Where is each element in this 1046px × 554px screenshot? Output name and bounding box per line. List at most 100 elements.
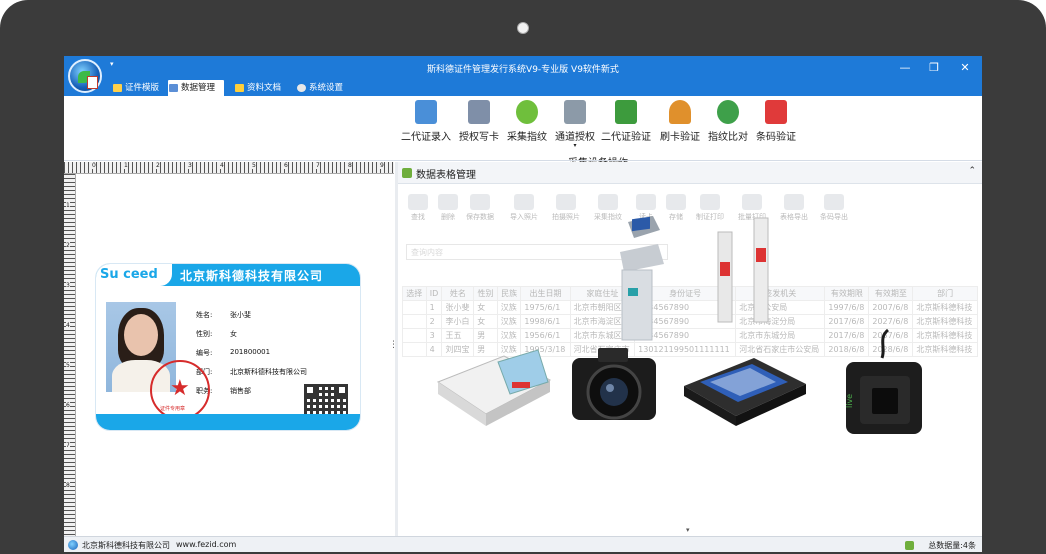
tab-documents[interactable]: 资料文档 bbox=[234, 80, 288, 96]
ruler-number: 2 bbox=[66, 242, 70, 249]
star-icon: ★ bbox=[170, 376, 190, 401]
column-header[interactable]: 姓名 bbox=[441, 286, 475, 301]
ruler-number: 0 bbox=[92, 162, 96, 169]
company-logo: Su ceed bbox=[100, 267, 158, 282]
id-card-reader-image bbox=[436, 349, 552, 426]
gate-authorize-button[interactable]: 通道授权 ▾ bbox=[549, 100, 601, 149]
ruler-number: 7 bbox=[316, 162, 320, 169]
table-cell: 2 bbox=[425, 314, 443, 329]
ruler-number: 5 bbox=[252, 162, 256, 169]
table-cell: 王五 bbox=[441, 328, 475, 343]
card-header: Su ceed 北京斯科德科技有限公司 bbox=[96, 264, 360, 286]
svg-text:live: live bbox=[845, 394, 854, 408]
close-button[interactable]: ✕ bbox=[952, 59, 978, 77]
toolbar-button[interactable]: 删除 bbox=[432, 192, 464, 228]
barcode-verify-button[interactable]: 条码验证 bbox=[750, 100, 802, 144]
template-icon bbox=[113, 84, 122, 92]
ruler-number: 5 bbox=[66, 362, 70, 369]
column-header[interactable]: 民族 bbox=[496, 286, 522, 301]
toolbar-label: 删除 bbox=[441, 213, 455, 221]
column-header[interactable]: 部门 bbox=[912, 286, 978, 301]
button-label: 授权写卡 bbox=[459, 132, 499, 143]
data-icon bbox=[169, 84, 178, 92]
toolbar-button[interactable]: 保存数据 bbox=[464, 192, 496, 228]
document-icon bbox=[235, 84, 244, 92]
window-title: 斯科德证件管理发行系统V9-专业版 V9软件新式 bbox=[427, 65, 619, 75]
id-card-preview[interactable]: Su ceed 北京斯科德科技有限公司 姓名: 张小斐 性别: 女 编号: 20… bbox=[96, 264, 360, 430]
ruler-number: 4 bbox=[66, 322, 70, 329]
ruler-number: 3 bbox=[66, 282, 70, 289]
table-row[interactable]: 1 张小斐 女 汉族 1975/6/1 北京市朝阳区 1234567890 北京… bbox=[402, 300, 978, 315]
horizontal-ruler: 0 1 2 3 4 5 6 7 8 9 bbox=[64, 162, 394, 174]
photo-face bbox=[124, 314, 158, 356]
toolbar-label: 表格导出 bbox=[780, 213, 808, 221]
ruler-number: 7 bbox=[66, 442, 70, 449]
collapse-icon[interactable]: ⌃ bbox=[968, 166, 976, 176]
splitter-grip-icon[interactable]: ⋮ bbox=[389, 340, 398, 350]
fingerprint-scanner-image: live bbox=[845, 328, 922, 434]
authorize-write-card-button[interactable]: 授权写卡 bbox=[453, 100, 505, 144]
fingerprint-icon bbox=[516, 100, 538, 124]
toolbar-button[interactable]: 拍摄照片 bbox=[550, 192, 582, 228]
name-value: 张小斐 bbox=[230, 311, 251, 319]
panel-header: 数据表格管理 ⌃ bbox=[398, 162, 982, 184]
id-card-entry-button[interactable]: 二代证录入 bbox=[400, 100, 452, 144]
panel-title: 数据表格管理 bbox=[416, 170, 476, 181]
tab-settings[interactable]: 系统设置 bbox=[296, 80, 352, 96]
name-label: 姓名: bbox=[196, 311, 213, 319]
write-card-icon bbox=[468, 100, 490, 124]
table-cell: 北京斯科德科技 bbox=[912, 300, 978, 315]
column-header[interactable]: 出生日期 bbox=[520, 286, 571, 301]
camera-image bbox=[572, 348, 656, 420]
toolbar-button[interactable]: 导入照片 bbox=[508, 192, 540, 228]
button-label: 指纹比对 bbox=[708, 132, 748, 143]
department-value: 北京斯科德科技有限公司 bbox=[230, 368, 307, 376]
column-header[interactable]: ID bbox=[425, 286, 443, 301]
quick-access-dropdown-icon[interactable]: ▾ bbox=[110, 60, 114, 68]
column-header[interactable]: 选择 bbox=[402, 286, 427, 301]
app-menu-button[interactable] bbox=[68, 59, 102, 93]
column-header[interactable]: 性别 bbox=[473, 286, 498, 301]
table-cell: 3 bbox=[425, 328, 443, 343]
ruler-number: 6 bbox=[284, 162, 288, 169]
swipe-card-verify-button[interactable]: 刷卡验证 bbox=[654, 100, 706, 144]
column-header[interactable]: 有效期限 bbox=[824, 286, 870, 301]
toolbar-label: 查找 bbox=[411, 213, 425, 221]
card-reader-pad-image bbox=[684, 358, 806, 426]
maximize-button[interactable]: ❐ bbox=[921, 59, 947, 77]
table-cell: 男 bbox=[473, 328, 498, 343]
gender-value: 女 bbox=[230, 330, 237, 338]
table-cell bbox=[402, 328, 427, 343]
toolbar-label: 条码导出 bbox=[820, 213, 848, 221]
tab-label: 系统设置 bbox=[309, 83, 344, 93]
toolbar-button[interactable]: 查找 bbox=[402, 192, 434, 228]
scroll-down-icon[interactable]: ▾ bbox=[686, 526, 690, 534]
table-cell: 1975/6/1 bbox=[520, 300, 571, 315]
logo-box: Su ceed bbox=[96, 264, 172, 286]
table-icon bbox=[402, 168, 412, 178]
card-company-title: 北京斯科德科技有限公司 bbox=[180, 269, 324, 283]
toolbar-button[interactable]: 条码导出 bbox=[818, 192, 850, 228]
qr-finder bbox=[336, 384, 348, 396]
column-header[interactable]: 有效期至 bbox=[868, 286, 914, 301]
id-card-verify-button[interactable]: 二代证验证 bbox=[600, 100, 652, 144]
ribbon-panel: 二代证录入 授权写卡 采集指纹 通道授权 ▾ 二代证验证 刷卡验证 指纹比对 条… bbox=[64, 96, 982, 169]
table-row[interactable]: 2 李小白 女 汉族 1998/6/1 北京市海淀区 1234567890 北京… bbox=[402, 314, 978, 329]
table-cell: 2027/6/8 bbox=[868, 314, 914, 329]
table-cell bbox=[402, 314, 427, 329]
id-card-read-icon bbox=[415, 100, 437, 124]
collect-fingerprint-button[interactable]: 采集指纹 bbox=[501, 100, 553, 144]
card-footer bbox=[96, 414, 360, 430]
table-cell: 汉族 bbox=[496, 328, 522, 343]
minimize-button[interactable]: — bbox=[892, 59, 918, 77]
chevron-down-icon[interactable]: ▾ bbox=[549, 142, 601, 149]
table-cell: 2017/6/8 bbox=[824, 314, 870, 329]
settings-icon bbox=[297, 84, 306, 92]
tab-template[interactable]: 证件模版 bbox=[112, 80, 164, 96]
status-url[interactable]: www.fezid.com bbox=[176, 540, 236, 549]
fingerprint-compare-button[interactable]: 指纹比对 bbox=[702, 100, 754, 144]
official-seal: ★ 证件专用章 bbox=[150, 360, 210, 420]
tab-data-management[interactable]: 数据管理 bbox=[168, 80, 224, 96]
table-cell bbox=[402, 300, 427, 315]
button-label: 二代证录入 bbox=[401, 132, 451, 143]
